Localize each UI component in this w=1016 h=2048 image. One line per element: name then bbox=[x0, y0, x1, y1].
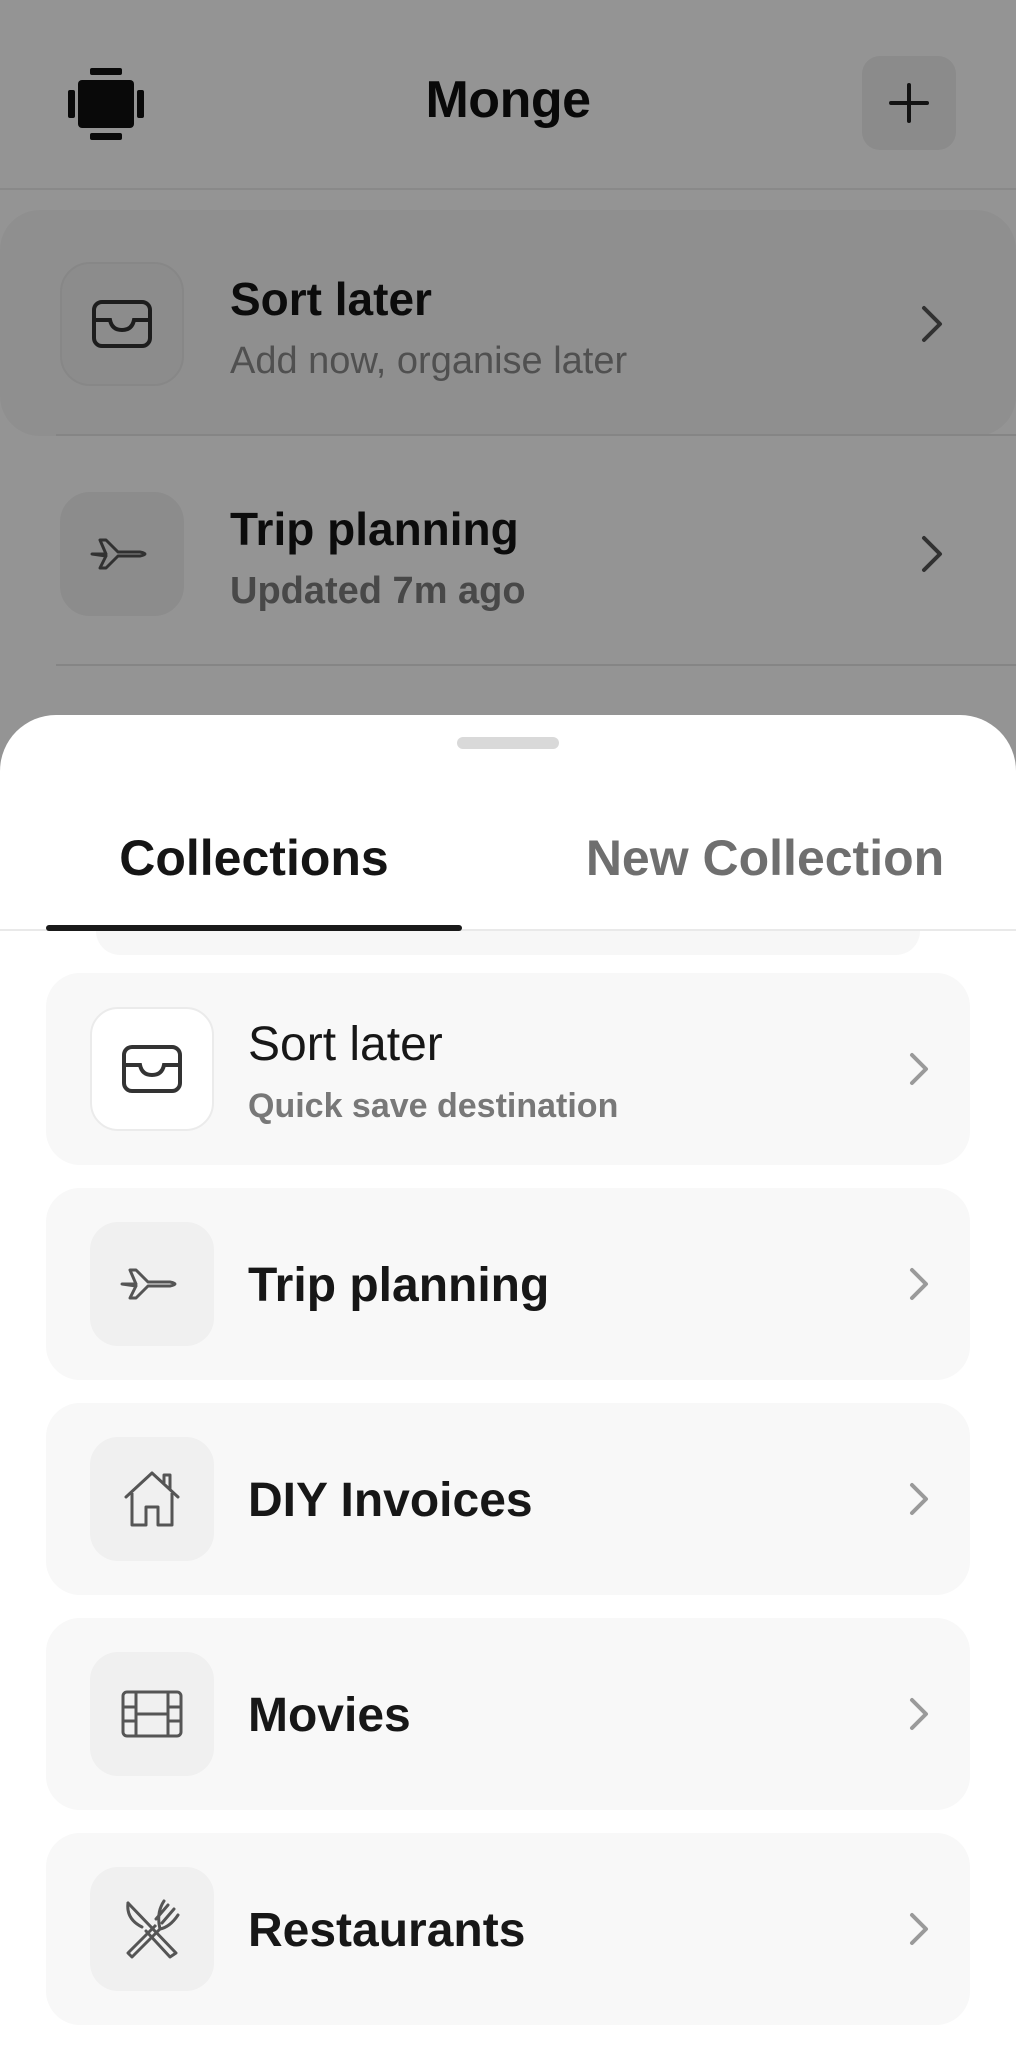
airplane-icon bbox=[90, 1222, 214, 1346]
inbox-tray-icon bbox=[90, 1007, 214, 1131]
collection-card-restaurants[interactable]: Restaurants bbox=[46, 1833, 970, 2025]
collection-subtitle: Quick save destination bbox=[248, 1087, 619, 1125]
collections-bottom-sheet: Collections New Collection Sort later Qu… bbox=[0, 715, 1016, 2048]
collection-card-sort-later[interactable]: Sort later Quick save destination bbox=[46, 973, 970, 1165]
scrolled-card-edge bbox=[96, 931, 920, 955]
fork-knife-icon bbox=[90, 1867, 214, 1991]
collection-title: DIY Invoices bbox=[248, 1474, 533, 1527]
chevron-right-icon bbox=[902, 1909, 934, 1949]
house-icon bbox=[90, 1437, 214, 1561]
tab-new-collection[interactable]: New Collection bbox=[560, 785, 970, 931]
collection-title: Restaurants bbox=[248, 1904, 526, 1957]
collection-title: Sort later bbox=[248, 1018, 443, 1071]
sheet-tabs: Collections New Collection bbox=[0, 785, 1016, 931]
collection-title: Trip planning bbox=[248, 1259, 550, 1312]
chevron-right-icon bbox=[902, 1049, 934, 1089]
film-strip-icon bbox=[90, 1652, 214, 1776]
collection-card-diy-invoices[interactable]: DIY Invoices bbox=[46, 1403, 970, 1595]
chevron-right-icon bbox=[902, 1479, 934, 1519]
chevron-right-icon bbox=[902, 1694, 934, 1734]
tab-collections[interactable]: Collections bbox=[46, 785, 462, 931]
chevron-right-icon bbox=[902, 1264, 934, 1304]
collection-title: Movies bbox=[248, 1689, 411, 1742]
collection-card-movies[interactable]: Movies bbox=[46, 1618, 970, 1810]
sheet-drag-handle[interactable] bbox=[457, 737, 559, 749]
collection-card-trip-planning[interactable]: Trip planning bbox=[46, 1188, 970, 1380]
